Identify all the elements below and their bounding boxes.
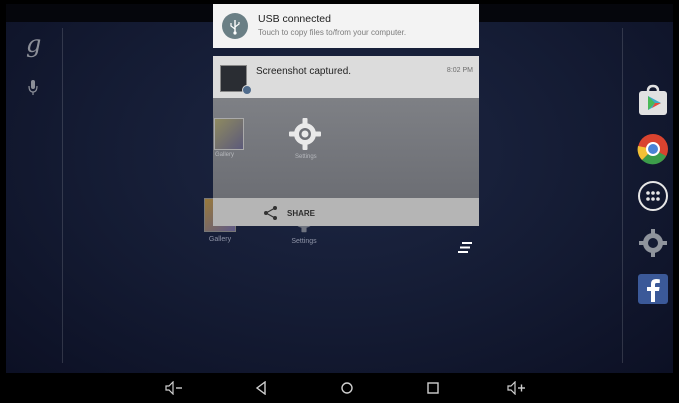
recent-apps-icon[interactable] bbox=[422, 377, 444, 399]
screenshot-notification[interactable]: Screenshot captured. 8:02 PM Gallery Set… bbox=[213, 56, 479, 226]
settings-gear-icon[interactable] bbox=[636, 226, 670, 260]
play-store-icon[interactable] bbox=[636, 84, 670, 118]
preview-gallery-label: Gallery bbox=[215, 152, 235, 158]
facebook-icon[interactable] bbox=[636, 272, 670, 306]
share-label: SHARE bbox=[287, 209, 316, 218]
notification-shade: USB connected Touch to copy files to/fro… bbox=[213, 4, 479, 226]
usb-notification-title: USB connected bbox=[258, 13, 331, 25]
volume-down-icon[interactable] bbox=[164, 377, 186, 399]
clear-all-icon[interactable] bbox=[458, 241, 472, 259]
usb-icon bbox=[222, 13, 248, 39]
gallery-label: Gallery bbox=[208, 236, 232, 243]
volume-up-icon[interactable] bbox=[506, 377, 528, 399]
google-search-icon[interactable]: g bbox=[26, 30, 41, 58]
app-drawer-icon[interactable] bbox=[636, 179, 670, 213]
image-badge-icon bbox=[242, 85, 252, 95]
usb-notification-subtitle: Touch to copy files to/from your compute… bbox=[258, 28, 407, 37]
share-button[interactable]: SHARE bbox=[213, 198, 479, 226]
home-icon[interactable] bbox=[336, 377, 358, 399]
chrome-icon[interactable] bbox=[636, 132, 670, 166]
back-icon[interactable] bbox=[250, 377, 272, 399]
right-divider bbox=[622, 28, 623, 363]
share-icon bbox=[264, 206, 277, 220]
screenshot-notification-time: 8:02 PM bbox=[446, 67, 473, 74]
home-screen: g Gallery Settings USB connected Touch t… bbox=[6, 4, 673, 373]
preview-settings-label: Settings bbox=[295, 154, 317, 160]
voice-search-icon[interactable] bbox=[28, 80, 38, 101]
preview-settings-icon bbox=[287, 116, 323, 157]
preview-gallery-icon bbox=[214, 118, 244, 150]
left-divider bbox=[62, 28, 63, 363]
screenshot-notification-title: Screenshot captured. bbox=[256, 66, 352, 77]
screenshot-notification-header[interactable]: Screenshot captured. 8:02 PM bbox=[213, 56, 479, 98]
navigation-bar bbox=[6, 373, 673, 403]
screenshot-preview[interactable]: Gallery Settings bbox=[213, 98, 479, 198]
usb-notification[interactable]: USB connected Touch to copy files to/fro… bbox=[213, 4, 479, 48]
settings-label: Settings bbox=[291, 238, 317, 245]
